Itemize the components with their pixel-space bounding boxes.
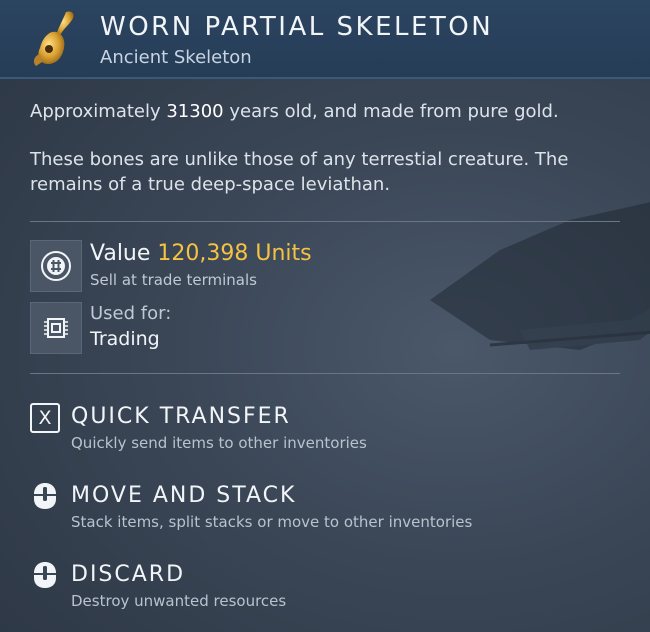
item-subtitle: Ancient Skeleton bbox=[100, 47, 252, 68]
units-currency-icon bbox=[30, 240, 82, 292]
quick-transfer-description: Quickly send items to other inventories bbox=[71, 434, 367, 452]
discard-action[interactable]: DISCARD bbox=[71, 562, 185, 587]
value-amount: 120,398 Units bbox=[157, 241, 312, 266]
value-note: Sell at trade terminals bbox=[90, 271, 257, 289]
item-lore: These bones are unlike those of any terr… bbox=[30, 149, 569, 195]
golden-skeleton-icon bbox=[33, 11, 74, 66]
age-value: 31300 bbox=[166, 101, 224, 122]
divider bbox=[30, 221, 620, 222]
x-key-icon[interactable]: X bbox=[30, 403, 60, 433]
item-title: WORN PARTIAL SKELETON bbox=[100, 12, 494, 42]
discard-description: Destroy unwanted resources bbox=[71, 592, 287, 610]
quick-transfer-action[interactable]: QUICK TRANSFER bbox=[71, 404, 291, 429]
item-header: WORN PARTIAL SKELETON Ancient Skeleton bbox=[0, 0, 650, 79]
mouse-click-icon[interactable] bbox=[30, 481, 60, 511]
starship-silhouette bbox=[430, 202, 650, 350]
used-for-label: Used for: bbox=[90, 303, 172, 324]
age-prefix: Approximately bbox=[30, 101, 167, 122]
move-and-stack-description: Stack items, split stacks or move to oth… bbox=[71, 513, 473, 531]
divider bbox=[30, 373, 620, 374]
move-and-stack-action[interactable]: MOVE AND STACK bbox=[71, 483, 296, 508]
value-label: Value bbox=[90, 241, 151, 266]
used-for-value: Trading bbox=[90, 328, 160, 350]
item-age-line: Approximately 31300 years old, and made … bbox=[30, 99, 610, 124]
trade-chip-icon bbox=[30, 302, 82, 354]
mouse-click-icon[interactable] bbox=[30, 560, 60, 590]
age-suffix: years old, and made from pure gold. bbox=[223, 101, 559, 122]
value-line: Value 120,398 Units bbox=[90, 241, 312, 266]
x-key-label: X bbox=[30, 403, 60, 433]
